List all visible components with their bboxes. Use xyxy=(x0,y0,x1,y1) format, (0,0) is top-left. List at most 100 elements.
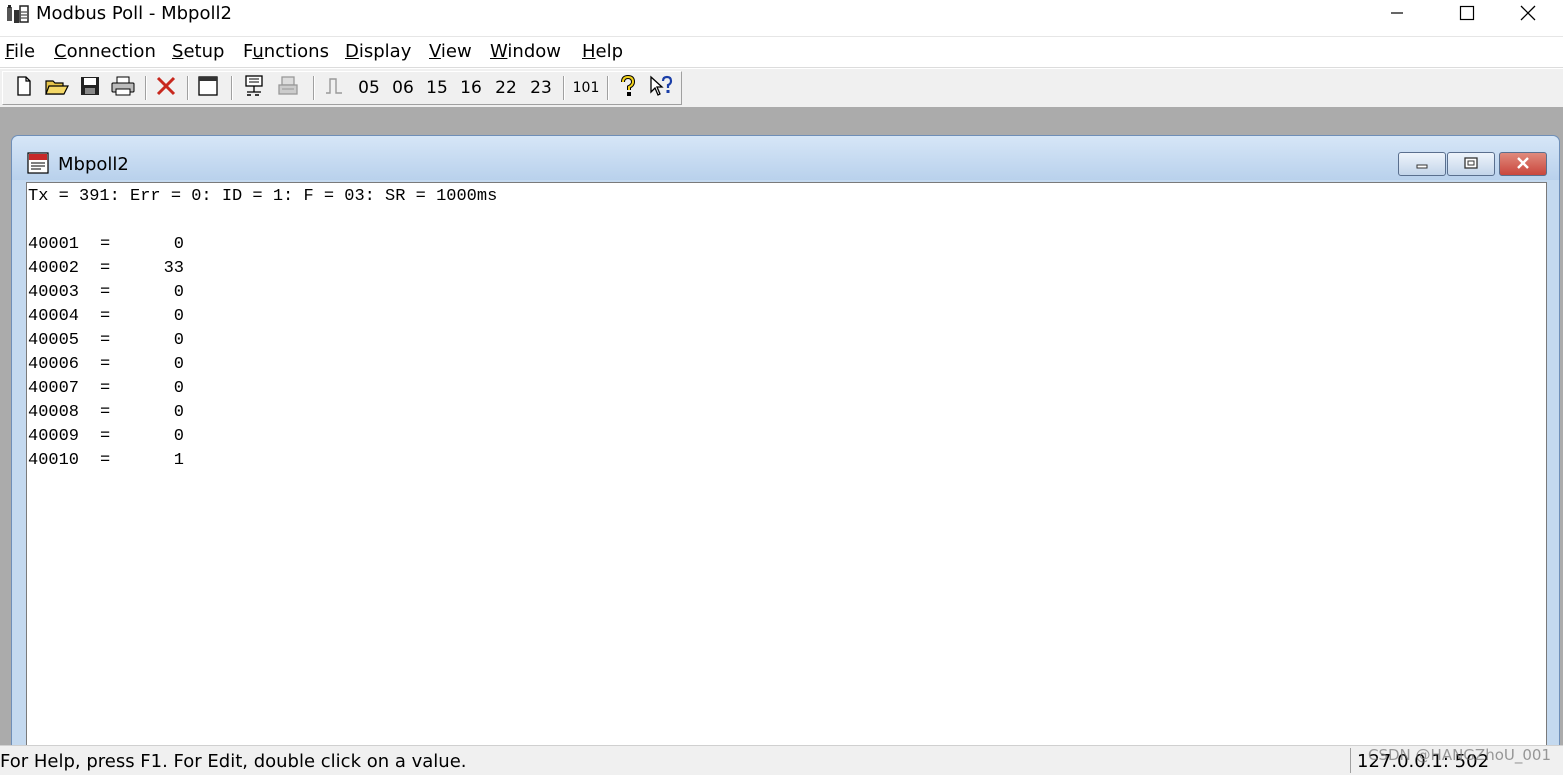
function-06-button[interactable]: 06 xyxy=(387,75,419,101)
poll-status-line: Tx = 391: Err = 0: ID = 1: F = 03: SR = … xyxy=(28,187,498,206)
register-address: 40003 xyxy=(28,283,80,302)
app-title-bar[interactable]: Modbus Poll - Mbpoll2 xyxy=(0,0,1563,37)
equals-sign: = xyxy=(100,307,111,326)
function-16-button[interactable]: 16 xyxy=(455,75,487,101)
about-icon xyxy=(619,74,637,101)
equals-sign: = xyxy=(100,259,111,278)
register-row[interactable]: 40008 = 0 xyxy=(28,401,328,425)
document-icon xyxy=(27,152,51,174)
register-value[interactable]: 0 xyxy=(118,329,184,353)
register-value[interactable]: 0 xyxy=(118,233,184,257)
child-close-button[interactable] xyxy=(1499,152,1547,176)
pulse-icon xyxy=(324,76,344,100)
register-row[interactable]: 40005 = 0 xyxy=(28,329,328,353)
register-row[interactable]: 40003 = 0 xyxy=(28,281,328,305)
function-15-button[interactable]: 15 xyxy=(421,75,453,101)
status-bar: For Help, press F1. For Edit, double cli… xyxy=(0,745,1563,775)
menu-file[interactable]: File xyxy=(5,40,35,64)
restore-icon xyxy=(1463,155,1479,174)
menu-setup[interactable]: Setup xyxy=(172,40,224,64)
register-value[interactable]: 1 xyxy=(118,449,184,473)
context-help-button[interactable] xyxy=(647,75,677,101)
register-row[interactable]: 40006 = 0 xyxy=(28,353,328,377)
register-row[interactable]: 40007 = 0 xyxy=(28,377,328,401)
child-restore-button[interactable] xyxy=(1447,152,1495,176)
maximize-button[interactable] xyxy=(1432,0,1502,30)
register-row[interactable]: 40001 = 0 xyxy=(28,233,328,257)
communication-traffic-button[interactable]: 101 xyxy=(569,75,603,101)
read-write-disabled-button[interactable] xyxy=(321,75,347,101)
minimize-icon xyxy=(1414,155,1430,174)
register-row[interactable]: 40002 = 33 xyxy=(28,257,328,281)
register-value[interactable]: 0 xyxy=(118,353,184,377)
equals-sign: = xyxy=(100,379,111,398)
register-value[interactable]: 33 xyxy=(118,257,184,281)
minimize-button[interactable] xyxy=(1362,0,1432,30)
print-icon xyxy=(111,76,135,100)
status-help-text: For Help, press F1. For Edit, double cli… xyxy=(0,751,467,772)
save-icon xyxy=(80,76,100,100)
window-icon xyxy=(198,76,218,100)
register-value[interactable]: 0 xyxy=(118,305,184,329)
menu-view[interactable]: View xyxy=(429,40,472,64)
save-button[interactable] xyxy=(77,75,103,101)
new-icon xyxy=(15,76,33,100)
function-23-button[interactable]: 23 xyxy=(525,75,557,101)
menu-bar: File Connection Setup Functions Display … xyxy=(0,37,1563,68)
mdi-workspace: Mbpoll2 Tx = 391: Err = 0: ID = 1: F = 0… xyxy=(0,107,1563,762)
open-icon xyxy=(45,76,69,100)
child-title-bar[interactable]: Mbpoll2 xyxy=(12,136,1559,180)
register-view[interactable]: Tx = 391: Err = 0: ID = 1: F = 03: SR = … xyxy=(26,182,1547,762)
minimize-icon xyxy=(1389,5,1405,25)
function-05-button[interactable]: 05 xyxy=(353,75,385,101)
register-value[interactable]: 0 xyxy=(118,377,184,401)
register-row[interactable]: 40009 = 0 xyxy=(28,425,328,449)
delete-button[interactable] xyxy=(153,75,179,101)
toolbar-separator xyxy=(187,76,189,100)
toolbar-separator xyxy=(563,76,565,100)
open-button[interactable] xyxy=(43,75,71,101)
new-window-button[interactable] xyxy=(195,75,221,101)
print-button[interactable] xyxy=(109,75,137,101)
menu-display[interactable]: Display xyxy=(345,40,411,64)
child-window-mbpoll2[interactable]: Mbpoll2 Tx = 391: Err = 0: ID = 1: F = 0… xyxy=(11,135,1560,762)
modbus-app-icon xyxy=(6,4,30,26)
register-address: 40002 xyxy=(28,259,80,278)
register-address: 40004 xyxy=(28,307,80,326)
new-button[interactable] xyxy=(11,75,37,101)
equals-sign: = xyxy=(100,283,111,302)
register-value[interactable]: 0 xyxy=(118,281,184,305)
toolbar: 05 06 15 16 22 23 101 xyxy=(0,68,1563,108)
menu-functions[interactable]: Functions xyxy=(243,40,329,64)
close-icon xyxy=(1519,4,1537,26)
disconnect-button[interactable] xyxy=(275,75,303,101)
equals-sign: = xyxy=(100,235,111,254)
connect-icon xyxy=(243,75,267,101)
menu-connection[interactable]: Connection xyxy=(54,40,156,64)
about-button[interactable] xyxy=(615,74,641,101)
disconnect-icon xyxy=(277,75,301,101)
delete-icon xyxy=(155,75,177,101)
register-row[interactable]: 40004 = 0 xyxy=(28,305,328,329)
register-address: 40008 xyxy=(28,403,80,422)
close-button[interactable] xyxy=(1493,0,1563,30)
child-window-title: Mbpoll2 xyxy=(58,154,129,175)
equals-sign: = xyxy=(100,451,111,470)
connect-button[interactable] xyxy=(241,75,269,101)
register-address: 40009 xyxy=(28,427,80,446)
toolbar-separator xyxy=(145,76,147,100)
toolbar-separator xyxy=(607,76,609,100)
menu-window[interactable]: Window xyxy=(490,40,561,64)
watermark-text: CSDN @HANGZhoU_001 xyxy=(1368,746,1551,764)
function-22-button[interactable]: 22 xyxy=(490,75,522,101)
app-title: Modbus Poll - Mbpoll2 xyxy=(36,3,232,24)
register-row[interactable]: 40010 = 1 xyxy=(28,449,328,473)
menu-help[interactable]: Help xyxy=(582,40,623,64)
register-address: 40001 xyxy=(28,235,80,254)
context-help-icon xyxy=(649,75,675,101)
close-icon xyxy=(1515,155,1531,174)
child-minimize-button[interactable] xyxy=(1398,152,1446,176)
register-value[interactable]: 0 xyxy=(118,425,184,449)
register-value[interactable]: 0 xyxy=(118,401,184,425)
equals-sign: = xyxy=(100,331,111,350)
